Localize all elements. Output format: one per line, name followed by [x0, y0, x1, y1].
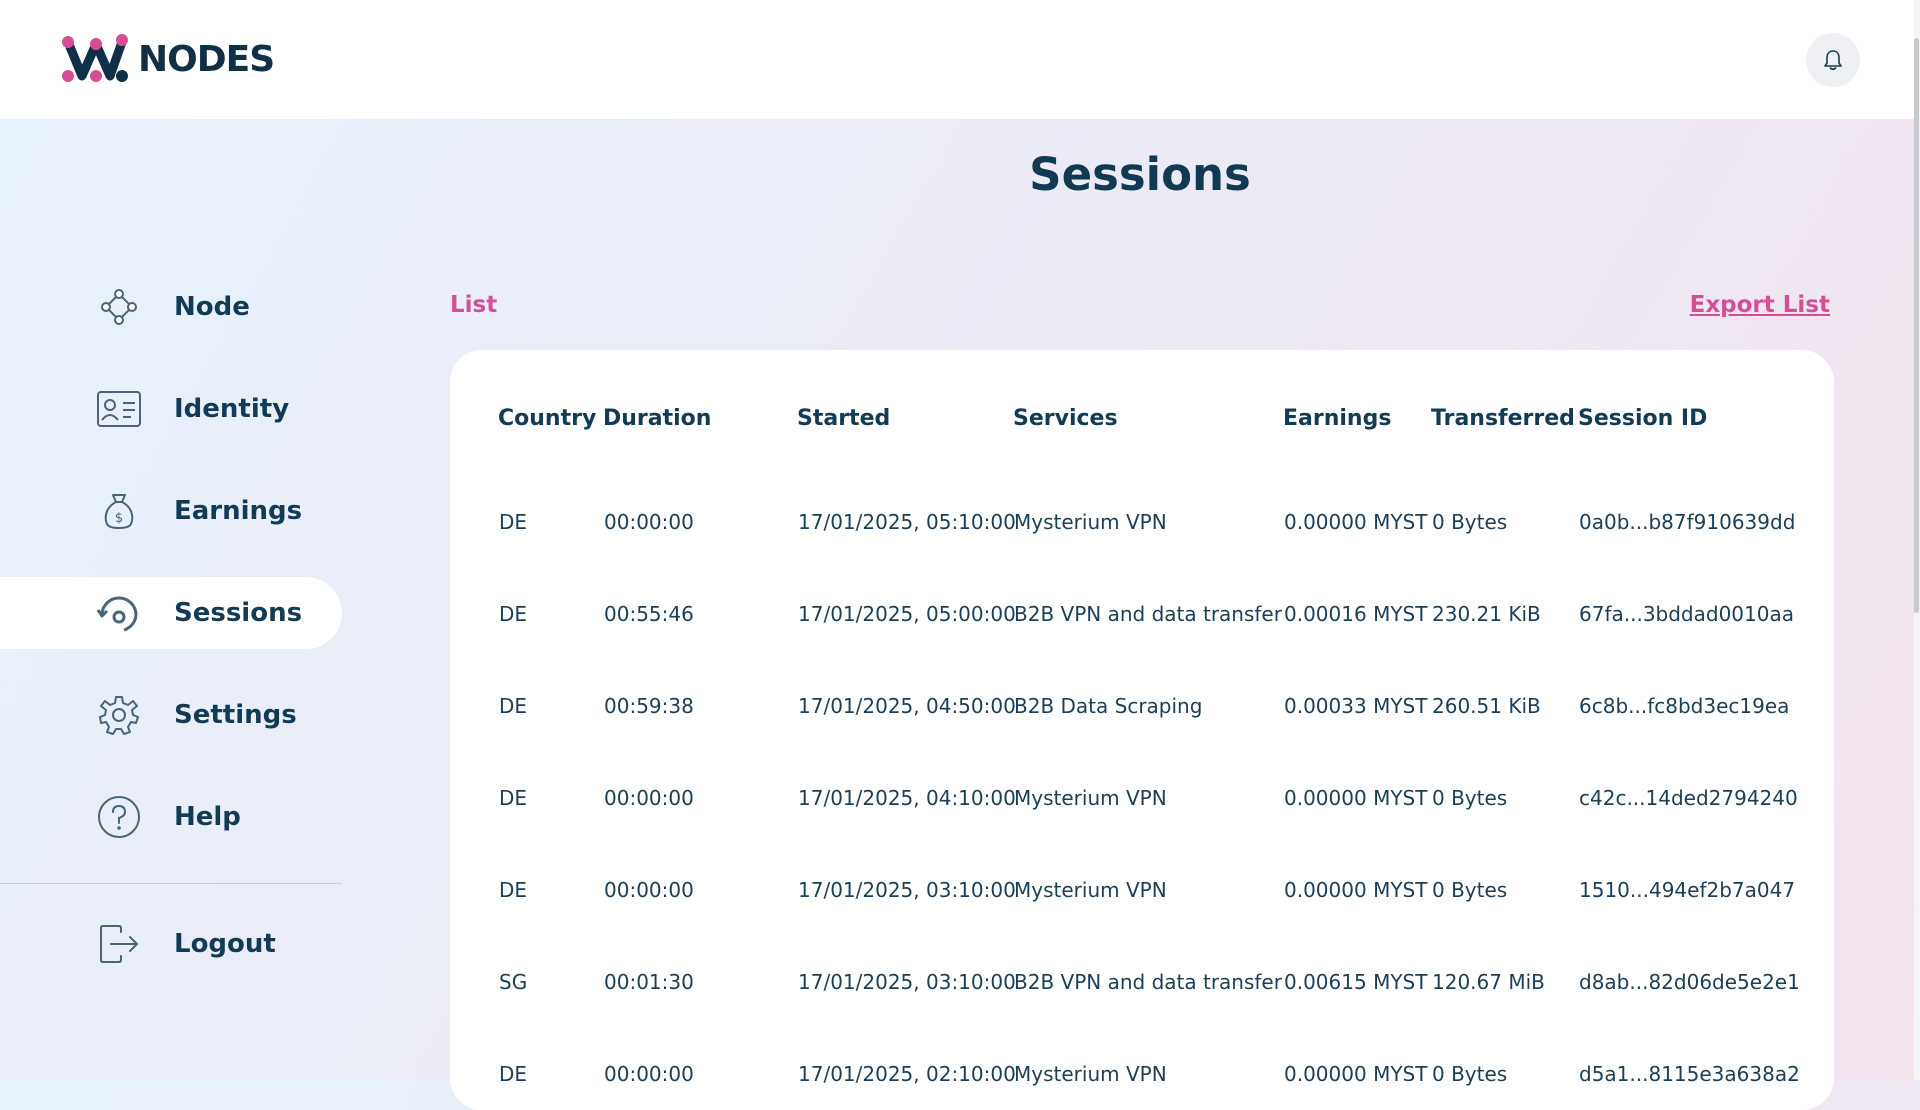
- cell-started: 17/01/2025, 05:00:00: [798, 602, 1016, 626]
- cell-country: DE: [499, 878, 528, 902]
- cell-transferred: 0 Bytes: [1432, 786, 1508, 810]
- sidebar-item-identity[interactable]: Identity: [0, 373, 342, 445]
- sidebar-item-node[interactable]: Node: [0, 271, 342, 343]
- cell-duration: 00:00:00: [604, 1062, 694, 1086]
- page-title: Sessions: [1029, 148, 1251, 201]
- cell-duration: 00:00:00: [604, 510, 694, 534]
- tab-list[interactable]: List: [450, 292, 497, 318]
- cell-session-id: 6c8b...fc8bd3ec19ea: [1579, 694, 1790, 718]
- sidebar-item-label: Node: [174, 292, 250, 322]
- cell-duration: 00:59:38: [604, 694, 694, 718]
- cell-services: B2B VPN and data transfer: [1014, 970, 1282, 994]
- sidebar-item-label: Identity: [174, 394, 290, 424]
- cell-session-id: d8ab...82d06de5e2e1: [1579, 970, 1800, 994]
- sidebar-item-help[interactable]: Help: [0, 781, 342, 853]
- cell-duration: 00:00:00: [604, 786, 694, 810]
- cell-transferred: 0 Bytes: [1432, 1062, 1508, 1086]
- sessions-icon: [96, 593, 142, 633]
- column-header-earnings[interactable]: Earnings: [1283, 406, 1391, 431]
- column-header-session-id[interactable]: Session ID: [1578, 406, 1707, 431]
- cell-session-id: d5a1...8115e3a638a2: [1579, 1062, 1800, 1086]
- cell-started: 17/01/2025, 02:10:00: [798, 1062, 1016, 1086]
- cell-earnings: 0.00000 MYST: [1284, 878, 1428, 902]
- cell-duration: 00:01:30: [604, 970, 694, 994]
- id-card-icon: [96, 389, 142, 429]
- help-icon: [96, 796, 142, 838]
- logout-label: Logout: [174, 929, 276, 959]
- cell-transferred: 260.51 KiB: [1432, 694, 1541, 718]
- sidebar-item-settings[interactable]: Settings: [0, 679, 342, 751]
- nodes-logo-icon: [62, 34, 128, 82]
- cell-session-id: c42c...14ded2794240: [1579, 786, 1798, 810]
- cell-earnings: 0.00000 MYST: [1284, 510, 1428, 534]
- cell-started: 17/01/2025, 03:10:00: [798, 878, 1016, 902]
- bell-icon: [1824, 50, 1842, 71]
- cell-country: SG: [499, 970, 528, 994]
- svg-text:$: $: [115, 511, 123, 526]
- cell-services: Mysterium VPN: [1014, 878, 1167, 902]
- cell-earnings: 0.00000 MYST: [1284, 786, 1428, 810]
- sidebar-item-label: Help: [174, 802, 241, 832]
- cell-started: 17/01/2025, 04:50:00: [798, 694, 1016, 718]
- cell-services: B2B Data Scraping: [1014, 694, 1203, 718]
- cell-country: DE: [499, 602, 528, 626]
- cell-country: DE: [499, 510, 528, 534]
- cell-country: DE: [499, 694, 528, 718]
- sidebar-item-label: Settings: [174, 700, 297, 730]
- page-scrollbar-thumb[interactable]: [1914, 38, 1919, 613]
- cell-services: B2B VPN and data transfer: [1014, 602, 1282, 626]
- gear-icon: [96, 695, 142, 735]
- column-header-transferred[interactable]: Transferred: [1431, 406, 1575, 431]
- cell-started: 17/01/2025, 03:10:00: [798, 970, 1016, 994]
- node-icon: [96, 287, 142, 327]
- money-bag-icon: $: [96, 491, 142, 531]
- sidebar-item-label: Earnings: [174, 496, 303, 526]
- cell-earnings: 0.00033 MYST: [1284, 694, 1428, 718]
- sidebar-divider: [0, 883, 342, 884]
- sessions-table-card: [450, 350, 1834, 1110]
- cell-started: 17/01/2025, 04:10:00: [798, 786, 1016, 810]
- cell-services: Mysterium VPN: [1014, 786, 1167, 810]
- cell-duration: 00:55:46: [604, 602, 694, 626]
- cell-services: Mysterium VPN: [1014, 510, 1167, 534]
- column-header-duration[interactable]: Duration: [603, 406, 711, 431]
- cell-earnings: 0.00000 MYST: [1284, 1062, 1428, 1086]
- cell-transferred: 120.67 MiB: [1432, 970, 1545, 994]
- cell-started: 17/01/2025, 05:10:00: [798, 510, 1016, 534]
- cell-earnings: 0.00016 MYST: [1284, 602, 1428, 626]
- cell-transferred: 0 Bytes: [1432, 878, 1508, 902]
- cell-session-id: 67fa...3bddad0010aa: [1579, 602, 1794, 626]
- cell-transferred: 0 Bytes: [1432, 510, 1508, 534]
- column-header-started[interactable]: Started: [797, 406, 890, 431]
- column-header-services[interactable]: Services: [1013, 406, 1118, 431]
- export-list-link[interactable]: Export List: [1690, 292, 1830, 318]
- sidebar-item-label: Sessions: [174, 598, 303, 628]
- column-header-country[interactable]: Country: [498, 406, 596, 431]
- sidebar-item-sessions[interactable]: Sessions: [0, 577, 342, 649]
- brand-logo[interactable]: NODES: [58, 32, 275, 86]
- cell-transferred: 230.21 KiB: [1432, 602, 1541, 626]
- cell-earnings: 0.00615 MYST: [1284, 970, 1428, 994]
- logout-button[interactable]: Logout: [0, 908, 342, 980]
- sidebar-item-earnings[interactable]: $ Earnings: [0, 475, 342, 547]
- cell-duration: 00:00:00: [604, 878, 694, 902]
- notifications-button[interactable]: [1806, 33, 1860, 87]
- top-bar: NODES: [0, 0, 1914, 119]
- cell-services: Mysterium VPN: [1014, 1062, 1167, 1086]
- brand-name: NODES: [138, 38, 275, 80]
- cell-session-id: 1510...494ef2b7a047: [1579, 878, 1796, 902]
- cell-session-id: 0a0b...b87f910639dd: [1579, 510, 1796, 534]
- logout-icon: [96, 924, 142, 964]
- cell-country: DE: [499, 786, 528, 810]
- cell-country: DE: [499, 1062, 528, 1086]
